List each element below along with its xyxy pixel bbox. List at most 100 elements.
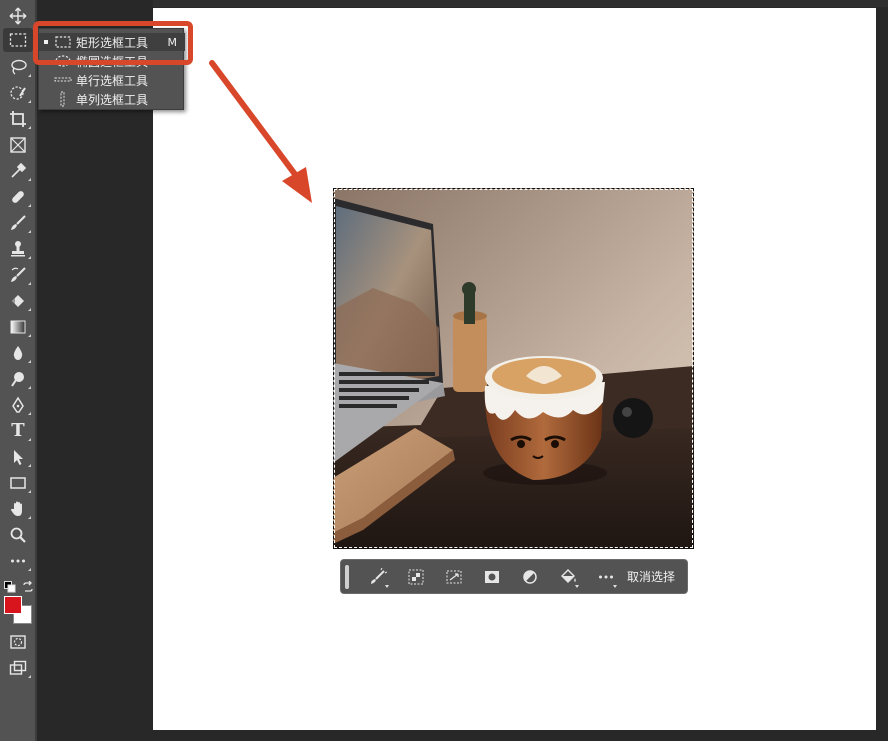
marquee-tools-flyout: 矩形选框工具 M 椭圆选框工具 单行选框工具 单列选框工具 [38, 28, 185, 110]
flyout-item-shortcut: M [167, 35, 178, 49]
droplet-icon [13, 346, 23, 360]
more-options-button[interactable] [587, 563, 625, 591]
move-icon [9, 7, 27, 25]
brush-icon [11, 215, 26, 230]
path-selection-tool[interactable] [3, 445, 33, 469]
marquee-rect-icon [54, 36, 72, 48]
fill-button[interactable] [549, 563, 587, 591]
zoom-icon [10, 527, 26, 543]
submenu-corner-icon [28, 490, 31, 493]
clone-stamp-tool[interactable] [3, 237, 33, 261]
bandage-icon [12, 191, 24, 203]
crop-icon [10, 111, 26, 127]
move-tool[interactable] [3, 4, 33, 28]
annotation-arrow [209, 60, 312, 203]
screen-mode-button[interactable] [3, 656, 33, 680]
rectangular-marquee-tool[interactable] [3, 28, 33, 52]
submenu-corner-icon [28, 386, 31, 389]
screen-mode-icon [9, 660, 27, 675]
submenu-corner-icon [28, 126, 31, 129]
more-icon [11, 559, 25, 563]
fill-icon [561, 568, 576, 583]
lasso-tool[interactable] [3, 55, 33, 79]
eraser-tool[interactable] [3, 289, 33, 313]
flyout-item-elliptical-marquee[interactable]: 椭圆选框工具 [39, 52, 185, 70]
drag-handle[interactable] [345, 564, 349, 589]
marquee-row-icon [54, 77, 72, 83]
quick-selection-tool[interactable] [3, 81, 33, 105]
mask-icon [485, 570, 499, 583]
lasso-icon [11, 59, 27, 75]
submenu-corner-icon [28, 438, 31, 441]
gradient-tool[interactable] [3, 315, 33, 339]
flyout-item-single-column-marquee[interactable]: 单列选框工具 [39, 90, 185, 108]
select-mask-icon [408, 569, 424, 584]
submenu-corner-icon [28, 282, 31, 285]
eraser-icon [12, 295, 24, 307]
brush-tool[interactable] [3, 211, 33, 235]
zoom-tool[interactable] [3, 523, 33, 547]
history-brush-icon [11, 267, 26, 282]
submenu-corner-icon [28, 568, 31, 571]
quick-mask-button[interactable] [3, 630, 33, 654]
flyout-item-single-row-marquee[interactable]: 单行选框工具 [39, 71, 185, 89]
eyedropper-tool[interactable] [3, 159, 33, 183]
transform-selection-button[interactable] [435, 563, 473, 591]
canvas-top-strip [153, 0, 888, 7]
dropdown-caret-icon [613, 584, 617, 588]
submenu-corner-icon [28, 74, 31, 77]
rectangle-icon [10, 477, 26, 489]
marquee-ellipse-icon [54, 55, 72, 67]
marquee-column-icon [54, 91, 72, 107]
spot-healing-tool[interactable] [3, 185, 33, 209]
frame-icon [10, 137, 26, 153]
submenu-corner-icon [28, 230, 31, 233]
stamp-icon [11, 241, 25, 257]
adjustment-icon [523, 569, 537, 584]
dropdown-caret-icon [575, 584, 579, 588]
hand-tool[interactable] [3, 497, 33, 521]
flyout-item-label: 单行选框工具 [76, 73, 149, 88]
select-subject-icon [371, 567, 387, 584]
submenu-corner-icon [28, 256, 31, 259]
contextual-task-bar: 取消选择 [340, 559, 688, 594]
submenu-corner-icon [28, 308, 31, 311]
dropdown-caret-icon [385, 584, 389, 588]
tools-panel: T [0, 0, 37, 741]
arrow-icon [14, 450, 23, 465]
swap-colors-icon[interactable] [22, 578, 34, 597]
more-icon [599, 575, 613, 578]
blur-tool[interactable] [3, 341, 33, 365]
eyedropper-icon [11, 162, 27, 178]
foreground-color-swatch[interactable] [4, 596, 22, 614]
select-and-mask-button[interactable] [397, 563, 435, 591]
default-colors-icon[interactable] [4, 578, 16, 597]
submenu-corner-icon [28, 412, 31, 415]
dodge-tool[interactable] [3, 367, 33, 391]
submenu-corner-icon [28, 178, 31, 181]
deselect-button[interactable]: 取消选择 [627, 568, 675, 585]
more-tools[interactable] [3, 549, 33, 573]
add-mask-button[interactable] [473, 563, 511, 591]
quick-selection-icon [10, 86, 26, 100]
type-tool[interactable]: T [3, 419, 33, 443]
flyout-item-rectangular-marquee[interactable]: 矩形选框工具 M [39, 33, 185, 51]
crop-tool[interactable] [3, 107, 33, 131]
hand-icon [11, 501, 22, 516]
flyout-item-label: 椭圆选框工具 [76, 54, 149, 69]
quick-mask-icon [10, 635, 26, 649]
rectangle-tool[interactable] [3, 471, 33, 495]
submenu-corner-icon [28, 464, 31, 467]
select-subject-button[interactable] [359, 563, 397, 591]
gradient-icon [10, 320, 26, 334]
frame-tool[interactable] [3, 133, 33, 157]
history-brush-tool[interactable] [3, 263, 33, 287]
adjustment-button[interactable] [511, 563, 549, 591]
pen-icon [12, 396, 24, 413]
photo-illustration [333, 188, 694, 549]
flyout-item-label: 单列选框工具 [76, 92, 149, 107]
flyout-item-label: 矩形选框工具 [76, 35, 149, 50]
pen-tool[interactable] [3, 393, 33, 417]
submenu-corner-icon [28, 334, 31, 337]
transform-selection-icon [446, 570, 462, 583]
